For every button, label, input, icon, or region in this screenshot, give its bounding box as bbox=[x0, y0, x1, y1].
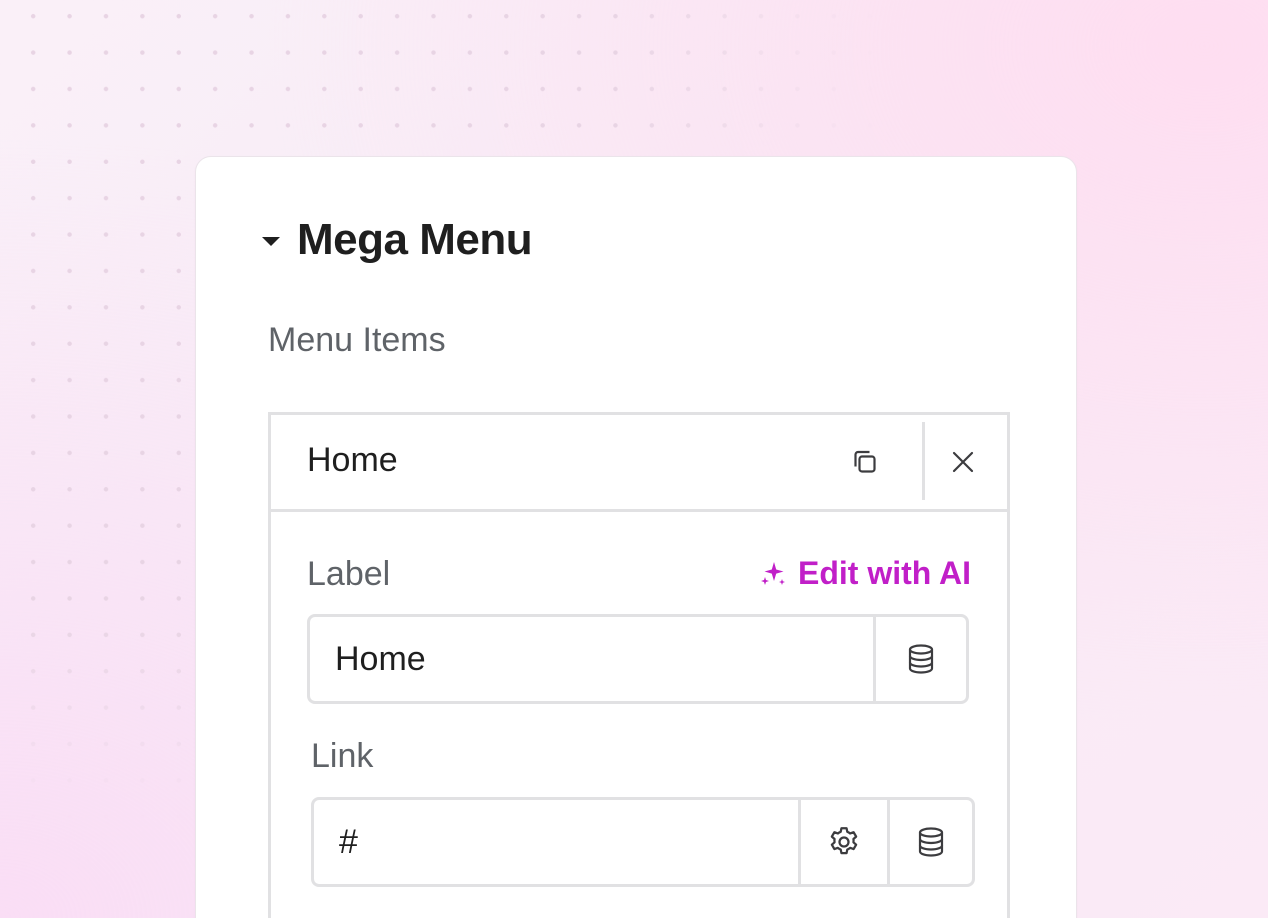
link-dynamic-button[interactable] bbox=[887, 800, 972, 884]
menu-item-card: Home Label Edit with AI Home Link # bbox=[268, 412, 1010, 918]
menu-items-label: Menu Items bbox=[268, 321, 446, 359]
link-input[interactable] bbox=[314, 800, 798, 884]
gear-icon bbox=[830, 827, 858, 855]
mega-menu-panel: Mega Menu Menu Items Home Label Edit wit… bbox=[195, 156, 1077, 918]
panel-title: Mega Menu bbox=[297, 215, 533, 264]
menu-item-title: Home bbox=[307, 441, 398, 479]
label-field-label: Label bbox=[307, 555, 391, 593]
sparkles-icon bbox=[760, 561, 785, 585]
header-divider bbox=[922, 422, 925, 500]
duplicate-button[interactable] bbox=[837, 437, 893, 487]
database-icon bbox=[918, 827, 944, 857]
label-input-group bbox=[307, 614, 969, 704]
label-input[interactable] bbox=[310, 617, 873, 701]
database-icon bbox=[908, 644, 934, 674]
edit-with-ai-link[interactable]: Edit with AI bbox=[758, 555, 971, 592]
edit-with-ai-label: Edit with AI bbox=[797, 555, 971, 591]
label-dynamic-button[interactable] bbox=[873, 617, 966, 701]
caret-down-icon[interactable] bbox=[262, 236, 280, 246]
link-settings-button[interactable] bbox=[798, 800, 887, 884]
link-field-label: Link bbox=[311, 737, 374, 775]
duplicate-icon bbox=[854, 450, 876, 473]
panel-header[interactable]: Mega Menu bbox=[262, 215, 533, 265]
menu-item-header[interactable]: Home bbox=[271, 415, 1007, 512]
close-icon bbox=[952, 451, 974, 473]
link-input-group bbox=[311, 797, 975, 887]
remove-item-button[interactable] bbox=[935, 437, 991, 487]
